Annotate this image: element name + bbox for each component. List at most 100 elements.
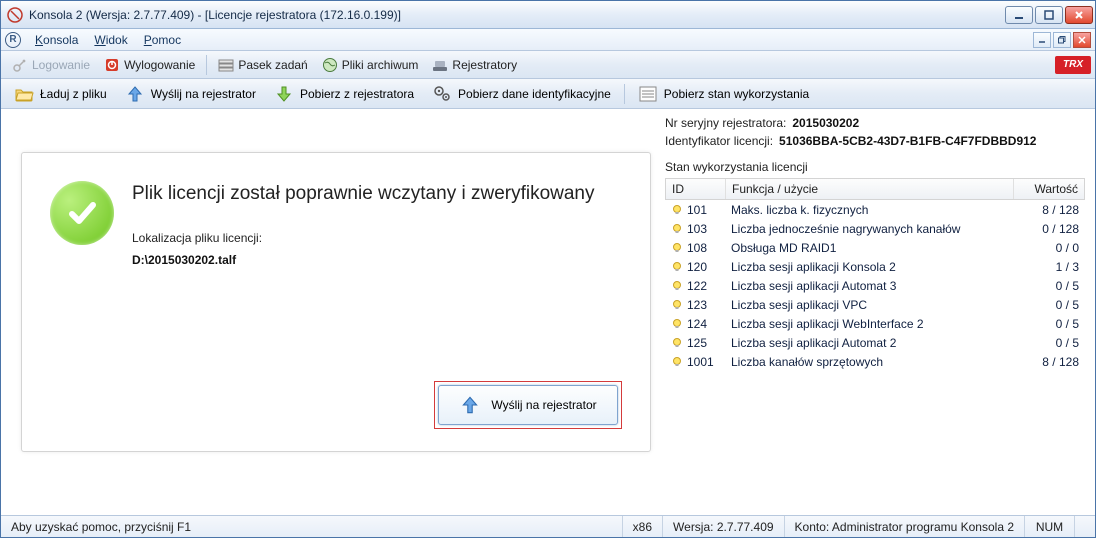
status-version: Wersja: 2.7.77.409 [663, 516, 785, 537]
recorder-icon [432, 57, 448, 73]
status-help: Aby uzyskać pomoc, przyciśnij F1 [1, 516, 623, 537]
left-pane: Plik licencji został poprawnie wczytany … [1, 110, 661, 515]
th-id[interactable]: ID [666, 179, 726, 199]
client-area: Plik licencji został poprawnie wczytany … [1, 109, 1095, 515]
download-label: Pobierz z rejestratora [300, 87, 414, 101]
send-main-label: Wyślij na rejestrator [491, 398, 596, 412]
mdi-close-button[interactable] [1073, 32, 1091, 48]
login-button[interactable]: Logowanie [5, 54, 97, 76]
table-row[interactable]: 124Liczba sesji aplikacji WebInterface 2… [665, 314, 1085, 333]
lic-id-value: 51036BBA-5CB2-43D7-B1FB-C4F7FDBBD912 [779, 134, 1036, 148]
right-pane: Nr seryjny rejestratora: 2015030202 Iden… [661, 110, 1095, 515]
cell-id: 101 [665, 203, 725, 217]
license-title: Plik licencji został poprawnie wczytany … [132, 181, 595, 207]
mdi-minimize-button[interactable] [1033, 32, 1051, 48]
send-label: Wyślij na rejestrator [151, 87, 256, 101]
window-title: Konsola 2 (Wersja: 2.7.77.409) - [Licenc… [29, 8, 1005, 22]
cell-fn: Liczba jednocześnie nagrywanych kanałów [725, 222, 1015, 236]
get-usage-button[interactable]: Pobierz stan wykorzystania [629, 81, 818, 107]
logout-button[interactable]: Wylogowanie [97, 54, 202, 76]
status-grip [1075, 516, 1095, 537]
table-row[interactable]: 123Liczba sesji aplikacji VPC0 / 5 [665, 295, 1085, 314]
window-buttons [1005, 6, 1093, 24]
cell-val: 0 / 5 [1015, 317, 1085, 331]
download-from-recorder-button[interactable]: Pobierz z rejestratora [265, 81, 423, 107]
cell-fn: Liczba sesji aplikacji WebInterface 2 [725, 317, 1015, 331]
get-id-data-button[interactable]: Pobierz dane identyfikacyjne [423, 81, 620, 107]
table-row[interactable]: 1001Liczba kanałów sprzętowych8 / 128 [665, 352, 1085, 371]
login-label: Logowanie [32, 58, 90, 72]
cell-id: 108 [665, 241, 725, 255]
arrow-down-icon [274, 84, 294, 104]
cell-fn: Obsługa MD RAID1 [725, 241, 1015, 255]
logout-icon [104, 57, 120, 73]
send-button-highlight: Wyślij na rejestrator [434, 381, 622, 429]
menu-pomoc[interactable]: Pomoc [136, 31, 189, 49]
table-row[interactable]: 108Obsługa MD RAID10 / 0 [665, 238, 1085, 257]
recorders-button[interactable]: Rejestratory [425, 54, 524, 76]
cell-id: 122 [665, 279, 725, 293]
cell-id: 103 [665, 222, 725, 236]
separator [624, 84, 625, 104]
cell-fn: Liczba sesji aplikacji Automat 3 [725, 279, 1015, 293]
th-fn[interactable]: Funkcja / użycie [726, 179, 1014, 199]
menubar: R Konsola Widok Pomoc [1, 29, 1095, 51]
cell-val: 0 / 5 [1015, 279, 1085, 293]
key-icon [12, 57, 28, 73]
license-panel: Plik licencji został poprawnie wczytany … [21, 152, 651, 452]
toolbar-main: Logowanie Wylogowanie Pasek zadań Pliki … [1, 51, 1095, 79]
gears-icon [432, 84, 452, 104]
table-row[interactable]: 122Liczba sesji aplikacji Automat 30 / 5 [665, 276, 1085, 295]
taskbar-button[interactable]: Pasek zadań [211, 54, 314, 76]
table-header: ID Funkcja / użycie Wartość [665, 178, 1085, 200]
cell-val: 0 / 5 [1015, 298, 1085, 312]
mdi-buttons [1031, 32, 1091, 48]
usage-title: Stan wykorzystania licencji [665, 160, 1085, 174]
toolbar-license: Ładuj z pliku Wyślij na rejestrator Pobi… [1, 79, 1095, 109]
cell-id: 123 [665, 298, 725, 312]
maximize-button[interactable] [1035, 6, 1063, 24]
recorders-label: Rejestratory [452, 58, 517, 72]
cell-val: 0 / 5 [1015, 336, 1085, 350]
send-to-recorder-main-button[interactable]: Wyślij na rejestrator [438, 385, 618, 425]
app-icon [7, 7, 23, 23]
license-loc-label: Lokalizacja pliku licencji: [132, 231, 595, 245]
separator [206, 55, 207, 75]
arrow-up-icon [459, 394, 481, 416]
cell-val: 1 / 3 [1015, 260, 1085, 274]
taskbar-label: Pasek zadań [238, 58, 307, 72]
serial-value: 2015030202 [792, 116, 859, 130]
titlebar: Konsola 2 (Wersja: 2.7.77.409) - [Licenc… [1, 1, 1095, 29]
table-row[interactable]: 101Maks. liczba k. fizycznych8 / 128 [665, 200, 1085, 219]
table-body: 101Maks. liczba k. fizycznych8 / 128103L… [665, 200, 1085, 371]
load-from-file-button[interactable]: Ładuj z pliku [5, 81, 116, 107]
cell-fn: Liczba sesji aplikacji VPC [725, 298, 1015, 312]
cell-fn: Liczba kanałów sprzętowych [725, 355, 1015, 369]
globe-icon [322, 57, 338, 73]
close-button[interactable] [1065, 6, 1093, 24]
menu-konsola[interactable]: Konsola [27, 31, 86, 49]
th-val[interactable]: Wartość [1014, 179, 1084, 199]
trx-logo: TRX [1055, 56, 1091, 74]
table-row[interactable]: 120Liczba sesji aplikacji Konsola 21 / 3 [665, 257, 1085, 276]
status-arch: x86 [623, 516, 663, 537]
archive-files-button[interactable]: Pliki archiwum [315, 54, 426, 76]
cell-fn: Liczba sesji aplikacji Automat 2 [725, 336, 1015, 350]
menu-widok[interactable]: Widok [86, 31, 135, 49]
cell-id: 124 [665, 317, 725, 331]
cell-val: 0 / 0 [1015, 241, 1085, 255]
table-row[interactable]: 125Liczba sesji aplikacji Automat 20 / 5 [665, 333, 1085, 352]
usage-table: ID Funkcja / użycie Wartość 101Maks. lic… [665, 178, 1085, 371]
cell-id: 120 [665, 260, 725, 274]
license-path: D:\2015030202.talf [132, 253, 595, 267]
taskbar-icon [218, 57, 234, 73]
send-to-recorder-button[interactable]: Wyślij na rejestrator [116, 81, 265, 107]
table-row[interactable]: 103Liczba jednocześnie nagrywanych kanał… [665, 219, 1085, 238]
status-account: Konto: Administrator programu Konsola 2 [785, 516, 1025, 537]
logout-label: Wylogowanie [124, 58, 195, 72]
usage-label: Pobierz stan wykorzystania [664, 87, 809, 101]
id-label: Pobierz dane identyfikacyjne [458, 87, 611, 101]
load-label: Ładuj z pliku [40, 87, 107, 101]
minimize-button[interactable] [1005, 6, 1033, 24]
mdi-restore-button[interactable] [1053, 32, 1071, 48]
